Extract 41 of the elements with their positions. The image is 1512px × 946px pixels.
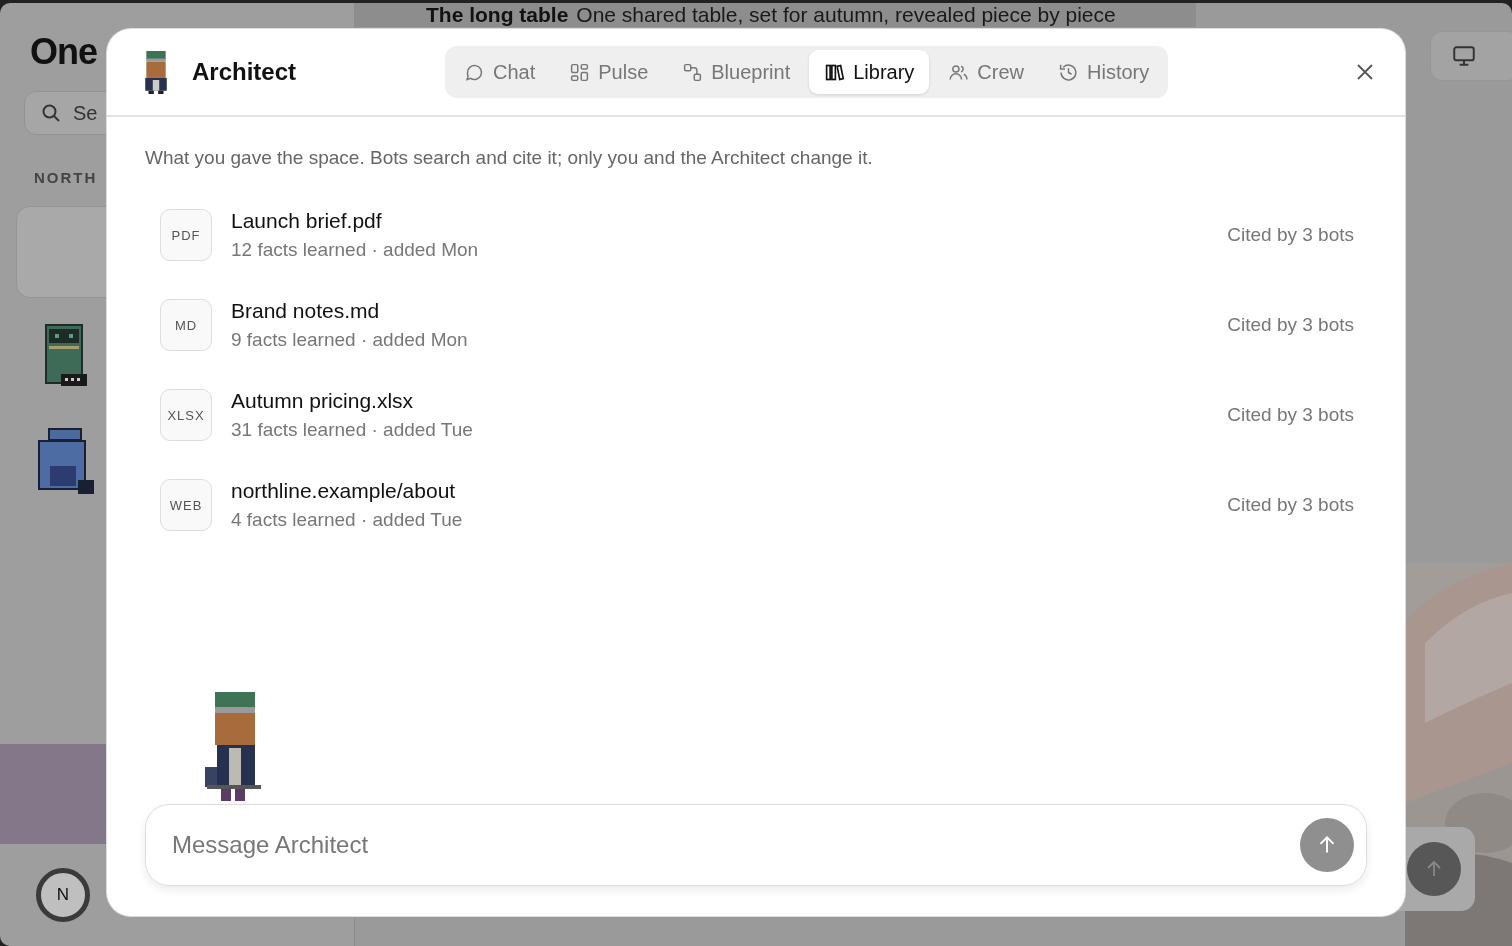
shapes-icon <box>682 61 704 83</box>
message-field[interactable]: Message Architect <box>145 804 1367 886</box>
source-meta: 4 facts learned · added Tue <box>231 509 463 531</box>
banner-title: The long table <box>426 3 569 27</box>
file-type-badge: XLSX <box>160 389 212 441</box>
message-input[interactable]: Message Architect <box>170 830 1300 860</box>
tab[interactable]: Crew <box>933 50 1040 94</box>
grid-icon <box>569 61 591 83</box>
cited-count: Cited by 3 bots <box>1227 404 1354 426</box>
cited-count: Cited by 3 bots <box>1227 224 1354 246</box>
history-icon <box>1058 61 1080 83</box>
source-name[interactable]: Autumn pricing.xlsx <box>231 389 473 413</box>
source-meta: 31 facts learned · added Tue <box>231 419 473 441</box>
display-button[interactable] <box>1430 31 1512 81</box>
file-type-badge: PDF <box>160 209 212 261</box>
send-button[interactable] <box>1300 818 1354 872</box>
source-meta: 9 facts learned · added Mon <box>231 329 468 351</box>
character-icon <box>143 50 169 94</box>
file-type-badge: MD <box>160 299 212 351</box>
source-name[interactable]: Launch brief.pdf <box>231 209 479 233</box>
tab[interactable]: History <box>1043 50 1165 94</box>
section-label: NORTH <box>34 169 98 186</box>
dialog-title: Architect <box>192 58 297 86</box>
cited-count: Cited by 3 bots <box>1227 314 1354 336</box>
source-meta: 12 facts learned · added Mon <box>231 239 479 261</box>
banner-subtitle: One shared table, set for autumn, revealed piece by piece <box>576 3 1116 27</box>
robot-drawing <box>38 428 94 494</box>
tab[interactable]: Library <box>809 50 930 94</box>
tab[interactable]: Blueprint <box>667 50 806 94</box>
user-avatar[interactable]: N <box>36 868 90 922</box>
app-title: One <box>30 31 97 73</box>
file-type-badge: WEB <box>160 479 212 531</box>
tab[interactable]: Pulse <box>554 50 664 94</box>
intro-text: What you gave the space. Bots search and cite it; only you and the Architect change it. <box>145 147 874 169</box>
cited-count: Cited by 3 bots <box>1227 494 1354 516</box>
arrow-up-icon <box>1407 842 1461 896</box>
tab[interactable]: Chat <box>449 50 551 94</box>
search-icon <box>41 103 61 123</box>
source-name[interactable]: Brand notes.md <box>231 299 468 323</box>
monitor-icon <box>1451 43 1477 69</box>
source-name[interactable]: northline.example/about <box>231 479 463 503</box>
